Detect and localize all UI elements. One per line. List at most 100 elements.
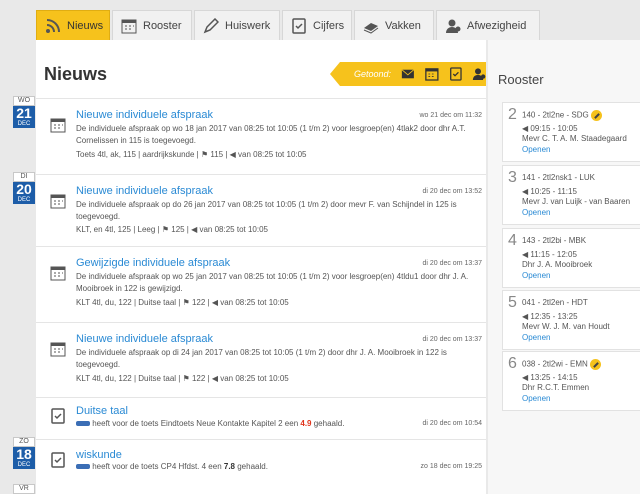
news-item-title[interactable]: Nieuwe individuele afspraak xyxy=(76,333,213,345)
schedule-slot[interactable]: 5 041 - 2tl2en - HDT ◀ 12:35 - 13:25 Mev… xyxy=(502,290,640,350)
news-item-date: di 20 dec om 13:37 xyxy=(422,336,482,343)
news-item-meta: KLT 4tl, du, 122 | Duitse taal | ⚑ 122 |… xyxy=(76,298,289,307)
slot-open-link[interactable]: Openen xyxy=(522,208,550,217)
slot-teacher: Mevr J. van Luijk - van Baaren xyxy=(522,197,631,206)
news-item-meta: Toets 4tl, ak, 115 | aardrijkskunde | ⚑ … xyxy=(76,150,307,159)
calendar-icon xyxy=(50,342,66,357)
date-badge: DI 20 DEC xyxy=(13,172,35,204)
date-badge: WO 21 DEC xyxy=(13,96,35,128)
slot-lesson: 041 - 2tl2en - HDT xyxy=(522,298,588,307)
pencil-icon xyxy=(203,17,219,33)
news-item-text: gehaald. xyxy=(311,419,345,428)
news-item[interactable]: wiskunde zo 18 dec om 19:25 heeft voor d… xyxy=(36,439,486,485)
slot-hour: 2 xyxy=(508,106,517,123)
page-title: Nieuws xyxy=(44,64,108,84)
slot-lesson-text: 140 - 2tl2ne - SDG xyxy=(522,110,589,120)
tab-huiswerk[interactable]: Huiswerk xyxy=(194,10,280,40)
calendar-icon[interactable] xyxy=(424,67,439,81)
news-item[interactable]: Nieuwe individuele afspraak di 20 dec om… xyxy=(36,174,486,247)
tab-label: Afwezigheid xyxy=(467,19,527,32)
slot-open-link[interactable]: Openen xyxy=(522,394,550,403)
slot-open-link[interactable]: Openen xyxy=(522,271,550,280)
news-item-title[interactable]: Gewijzigde individuele afspraak xyxy=(76,257,230,269)
news-item-body: De individuele afspraak op di 24 jan 201… xyxy=(76,348,447,369)
calendar-icon xyxy=(50,194,66,209)
news-item-title[interactable]: Duitse taal xyxy=(76,405,128,417)
edit-icon[interactable] xyxy=(590,110,602,121)
news-item-title[interactable]: Nieuwe individuele afspraak xyxy=(76,109,213,121)
news-item[interactable]: Nieuwe individuele afspraak wo 21 dec om… xyxy=(36,98,486,175)
slot-teacher: Dhr R.C.T. Emmen xyxy=(522,383,590,392)
slot-open-link[interactable]: Openen xyxy=(522,145,550,154)
slot-teacher: Mevr C. T. A. M. Staadegaard xyxy=(522,134,627,143)
calendar-icon xyxy=(50,118,66,133)
schedule-slot[interactable]: 4 143 - 2tl2bi - MBK ◀ 11:15 - 12:05 Dhr… xyxy=(502,228,640,288)
date-badge-number: 21 xyxy=(13,106,35,121)
slot-time: ◀ 09:15 - 10:05 xyxy=(522,124,578,133)
slot-time: ◀ 13:25 - 14:15 xyxy=(522,373,578,382)
tab-label: Rooster xyxy=(143,19,182,32)
envelope-icon[interactable] xyxy=(401,67,415,81)
date-badge-day: VR xyxy=(13,484,35,494)
news-item-body: De individuele afspraak op wo 18 jan 201… xyxy=(76,124,466,145)
schedule-slot[interactable]: 2 140 - 2tl2ne - SDG ◀ 09:15 - 10:05 Mev… xyxy=(502,102,640,162)
grade-icon xyxy=(51,452,65,468)
news-item[interactable]: Duitse taal di 20 dec om 10:54 heeft voo… xyxy=(36,397,486,440)
calendar-icon xyxy=(50,266,66,281)
tab-label: Cijfers xyxy=(313,19,345,32)
date-badge: VR xyxy=(13,484,35,494)
date-badge-month: DEC xyxy=(13,197,35,204)
date-badge: ZO 18 DEC xyxy=(13,437,35,469)
tab-label: Vakken xyxy=(385,19,421,32)
grade-icon xyxy=(292,17,306,34)
tab-nieuws[interactable]: Nieuws xyxy=(36,10,110,40)
news-item-meta: KLT, en 4tl, 125 | Leeg | ⚑ 125 | ◀ van … xyxy=(76,225,268,234)
tab-bar: Nieuws Rooster Huiswerk Cijfers Vakken A… xyxy=(36,8,640,40)
news-item-body: De individuele afspraak op wo 25 jan 201… xyxy=(76,272,469,293)
tab-label: Nieuws xyxy=(67,19,104,32)
name-redaction xyxy=(76,421,90,427)
grade-value: 7.8 xyxy=(223,462,235,471)
filter-bar: Getoond: xyxy=(330,62,486,86)
edit-icon[interactable] xyxy=(589,359,601,370)
tab-afwezigheid[interactable]: Afwezigheid xyxy=(436,10,540,40)
news-item-meta: KLT 4tl, du, 122 | Duitse taal | ⚑ 122 |… xyxy=(76,374,289,383)
slot-lesson: 038 - 2tl2wi - EMN xyxy=(522,359,601,370)
news-item-body: heeft voor de toets CP4 Hfdst. 4 een 7.8… xyxy=(76,461,471,473)
slot-lesson-text: 038 - 2tl2wi - EMN xyxy=(522,359,588,369)
slot-hour: 4 xyxy=(508,232,517,249)
slot-lesson: 141 - 2tl2nsk1 - LUK xyxy=(522,173,595,182)
date-badge-month: DEC xyxy=(13,121,35,128)
news-item-text: heeft voor de toets CP4 Hfdst. 4 een xyxy=(92,462,224,471)
tab-rooster[interactable]: Rooster xyxy=(112,10,192,40)
news-item-title[interactable]: wiskunde xyxy=(76,449,122,461)
news-item-date: di 20 dec om 13:37 xyxy=(422,260,482,267)
slot-time: ◀ 12:35 - 13:25 xyxy=(522,312,578,321)
news-item-text: gehaald. xyxy=(235,462,268,471)
grade-icon[interactable] xyxy=(449,67,463,81)
schedule-slot[interactable]: 6 038 - 2tl2wi - EMN ◀ 13:25 - 14:15 Dhr… xyxy=(502,351,640,411)
news-item[interactable]: Gewijzigde individuele afspraak di 20 de… xyxy=(36,246,486,323)
rooster-title: Rooster xyxy=(498,72,544,87)
tab-cijfers[interactable]: Cijfers xyxy=(282,10,352,40)
news-item-body: De individuele afspraak op do 26 jan 201… xyxy=(76,200,457,221)
grade-value: 4.9 xyxy=(300,419,312,428)
slot-open-link[interactable]: Openen xyxy=(522,333,550,342)
news-item[interactable]: Nieuwe individuele afspraak di 20 dec om… xyxy=(36,322,486,398)
news-item-body: heeft voor de toets Eindtoets Neue Konta… xyxy=(76,418,471,430)
grade-icon xyxy=(51,408,65,424)
calendar-icon xyxy=(121,19,137,33)
slot-time: ◀ 10:25 - 11:15 xyxy=(522,187,577,196)
slot-hour: 5 xyxy=(508,294,517,311)
news-item-title[interactable]: Nieuwe individuele afspraak xyxy=(76,185,213,197)
person-icon[interactable] xyxy=(472,67,486,81)
date-badge-month: DEC xyxy=(13,462,35,469)
slot-hour: 3 xyxy=(508,169,517,186)
slot-time: ◀ 11:15 - 12:05 xyxy=(522,250,577,259)
slot-teacher: Dhr J. A. Mooibroek xyxy=(522,260,593,269)
person-icon xyxy=(446,19,461,33)
schedule-slot[interactable]: 3 141 - 2tl2nsk1 - LUK ◀ 10:25 - 11:15 M… xyxy=(502,165,640,225)
date-badge-number: 20 xyxy=(13,182,35,197)
filter-label: Getoond: xyxy=(354,69,392,79)
tab-vakken[interactable]: Vakken xyxy=(354,10,434,40)
